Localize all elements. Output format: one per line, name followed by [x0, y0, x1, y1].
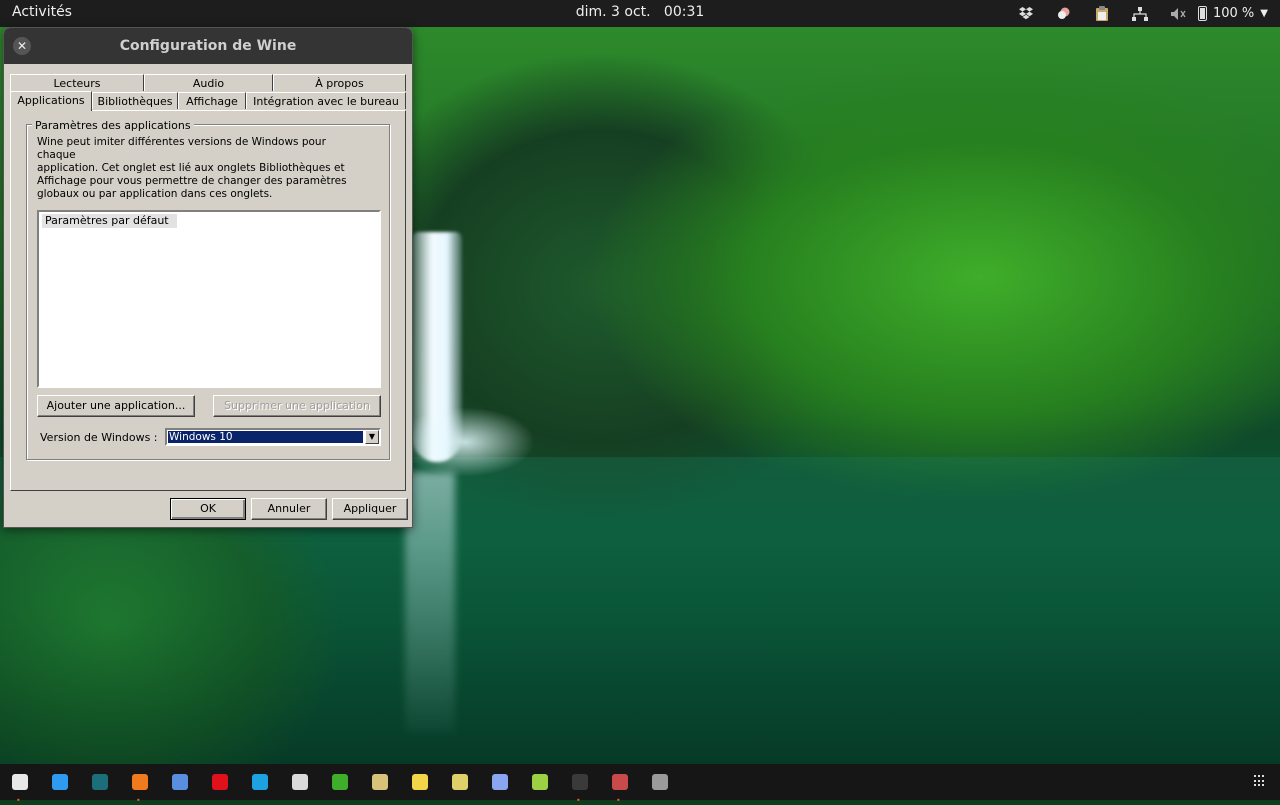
- description-line: Affichage pour vous permettre de changer…: [37, 175, 347, 187]
- chromium-icon[interactable]: [168, 770, 192, 794]
- battery-percent: 100 %: [1212, 6, 1255, 21]
- tab-bibliotheques[interactable]: Bibliothèques: [92, 92, 178, 109]
- files-icon[interactable]: •: [8, 770, 32, 805]
- description-line: application. Cet onglet est lié aux ongl…: [37, 162, 345, 174]
- applications-list[interactable]: Paramètres par défaut: [37, 210, 381, 388]
- remove-application-button: Supprimer une application: [213, 395, 381, 417]
- cancel-button[interactable]: Annuler: [251, 498, 327, 520]
- vscode-icon[interactable]: [48, 770, 72, 794]
- show-applications-icon[interactable]: [1254, 775, 1266, 787]
- yandex-icon-glyph: [332, 774, 348, 790]
- opera-icon[interactable]: [208, 770, 232, 794]
- group-title: Paramètres des applications: [32, 119, 194, 132]
- apply-button[interactable]: Appliquer: [332, 498, 408, 520]
- tab-audio[interactable]: Audio: [144, 74, 273, 91]
- slack-icon[interactable]: [288, 770, 312, 794]
- system-tray[interactable]: 100 % ▼: [998, 0, 1268, 27]
- disk-icon-glyph: [652, 774, 668, 790]
- dock: • • • •: [0, 764, 1280, 805]
- notes-icon-glyph: [412, 774, 428, 790]
- clipboard-icon[interactable]: [1092, 0, 1112, 27]
- screenshot-icon-glyph: [492, 774, 508, 790]
- network-icon[interactable]: [1130, 0, 1150, 27]
- windows-version-select[interactable]: Windows 10 ▼: [165, 428, 381, 446]
- chromium-icon-glyph: [172, 774, 188, 790]
- opera-icon-glyph: [212, 774, 228, 790]
- battery-icon: [1197, 6, 1207, 21]
- slack-icon-glyph: [292, 774, 308, 790]
- tab-lecteurs[interactable]: Lecteurs: [10, 74, 144, 91]
- files-icon-glyph: [12, 774, 28, 790]
- weather-icon[interactable]: [1054, 0, 1074, 27]
- tab-a-propos[interactable]: À propos: [273, 74, 406, 91]
- yandex-icon[interactable]: [328, 770, 352, 794]
- ok-button[interactable]: OK: [170, 498, 246, 520]
- vscode-icon-glyph: [52, 774, 68, 790]
- list-item-default-settings[interactable]: Paramètres par défaut: [42, 214, 177, 228]
- window-titlebar[interactable]: ✕ Configuration de Wine: [4, 28, 412, 64]
- gitkraken-icon[interactable]: [88, 770, 112, 794]
- screenshot-icon[interactable]: [488, 770, 512, 794]
- description-text: Wine peut imiter différentes versions de…: [37, 136, 367, 201]
- calculator-icon-glyph: [452, 774, 468, 790]
- gnome-software-icon-glyph: [532, 774, 548, 790]
- top-bar: Activités dim. 3 oct. 00:31 100 % ▼: [0, 0, 1280, 27]
- description-line: Wine peut imiter différentes versions de…: [37, 136, 326, 161]
- gimp-icon-glyph: [372, 774, 388, 790]
- dropbox-icon[interactable]: [1016, 0, 1036, 27]
- terminal-icon[interactable]: •: [568, 770, 592, 805]
- chevron-down-icon[interactable]: ▼: [365, 430, 379, 444]
- wine-icon[interactable]: •: [608, 770, 632, 805]
- terminal-icon-glyph: [572, 774, 588, 790]
- gimp-icon[interactable]: [368, 770, 392, 794]
- gnome-software-icon[interactable]: [528, 770, 552, 794]
- disk-icon[interactable]: [648, 770, 672, 794]
- skype-icon-glyph: [252, 774, 268, 790]
- firefox-icon[interactable]: •: [128, 770, 152, 805]
- calculator-icon[interactable]: [448, 770, 472, 794]
- wine-config-window: ✕ Configuration de Wine Lecteurs Audio À…: [3, 27, 413, 528]
- chevron-down-icon: ▼: [1260, 8, 1268, 19]
- add-application-button[interactable]: Ajouter une application...: [37, 395, 195, 417]
- volume-muted-icon[interactable]: [1168, 0, 1188, 27]
- tab-applications[interactable]: Applications: [10, 91, 92, 111]
- description-line: globaux ou par application dans ces ongl…: [37, 188, 273, 200]
- skype-icon[interactable]: [248, 770, 272, 794]
- firefox-icon-glyph: [132, 774, 148, 790]
- notes-icon[interactable]: [408, 770, 432, 794]
- battery-indicator[interactable]: 100 % ▼: [1197, 6, 1268, 21]
- windows-version-value: Windows 10: [167, 430, 364, 444]
- windows-version-label: Version de Windows :: [40, 431, 158, 444]
- gitkraken-icon-glyph: [92, 774, 108, 790]
- tab-integration-bureau[interactable]: Intégration avec le bureau: [246, 92, 406, 109]
- wine-icon-glyph: [612, 774, 628, 790]
- wallpaper-mist: [395, 407, 535, 477]
- tab-affichage[interactable]: Affichage: [178, 92, 246, 109]
- window-title: Configuration de Wine: [119, 38, 297, 54]
